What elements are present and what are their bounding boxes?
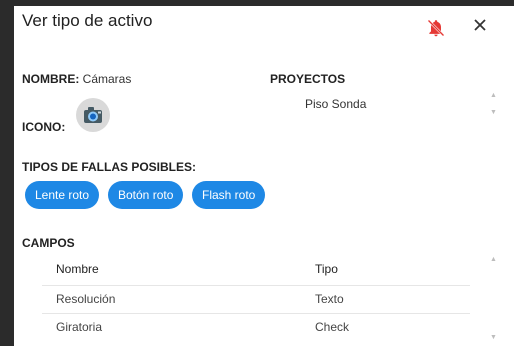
proyecto-item: Piso Sonda xyxy=(305,97,367,111)
fallas-label: TIPOS DE FALLAS POSIBLES: xyxy=(22,160,197,174)
cell-nombre: Resolución xyxy=(56,292,116,306)
view-asset-type-dialog: Ver tipo de activo NOMBRE: Cámaras ICONO… xyxy=(14,6,514,346)
campos-scroll-up-icon[interactable]: ▲ xyxy=(490,256,497,263)
icono-label: ICONO: xyxy=(22,120,66,134)
dialog-title: Ver tipo de activo xyxy=(22,11,153,30)
column-header-tipo: Tipo xyxy=(315,262,338,276)
cell-tipo: Check xyxy=(315,320,350,334)
camera-icon xyxy=(76,98,110,132)
cell-nombre: Giratoria xyxy=(56,320,103,334)
falla-chip[interactable]: Flash roto xyxy=(192,181,266,209)
nombre-field: NOMBRE: Cámaras xyxy=(22,72,131,86)
proyectos-scroll-up-icon[interactable]: ▲ xyxy=(490,92,497,99)
row-divider xyxy=(42,313,470,314)
falla-chip[interactable]: Botón roto xyxy=(108,181,184,209)
nombre-label: NOMBRE: xyxy=(22,72,80,86)
bell-off-icon[interactable] xyxy=(426,18,446,38)
column-header-nombre: Nombre xyxy=(56,262,99,276)
proyectos-scroll-down-icon[interactable]: ▼ xyxy=(490,109,497,116)
header-divider xyxy=(42,285,470,286)
close-icon[interactable] xyxy=(470,15,490,35)
campos-label: CAMPOS xyxy=(22,236,75,250)
falla-chip[interactable]: Lente roto xyxy=(25,181,100,209)
nombre-value: Cámaras xyxy=(82,72,132,86)
cell-tipo: Texto xyxy=(315,292,344,306)
proyectos-label: PROYECTOS xyxy=(270,72,346,86)
